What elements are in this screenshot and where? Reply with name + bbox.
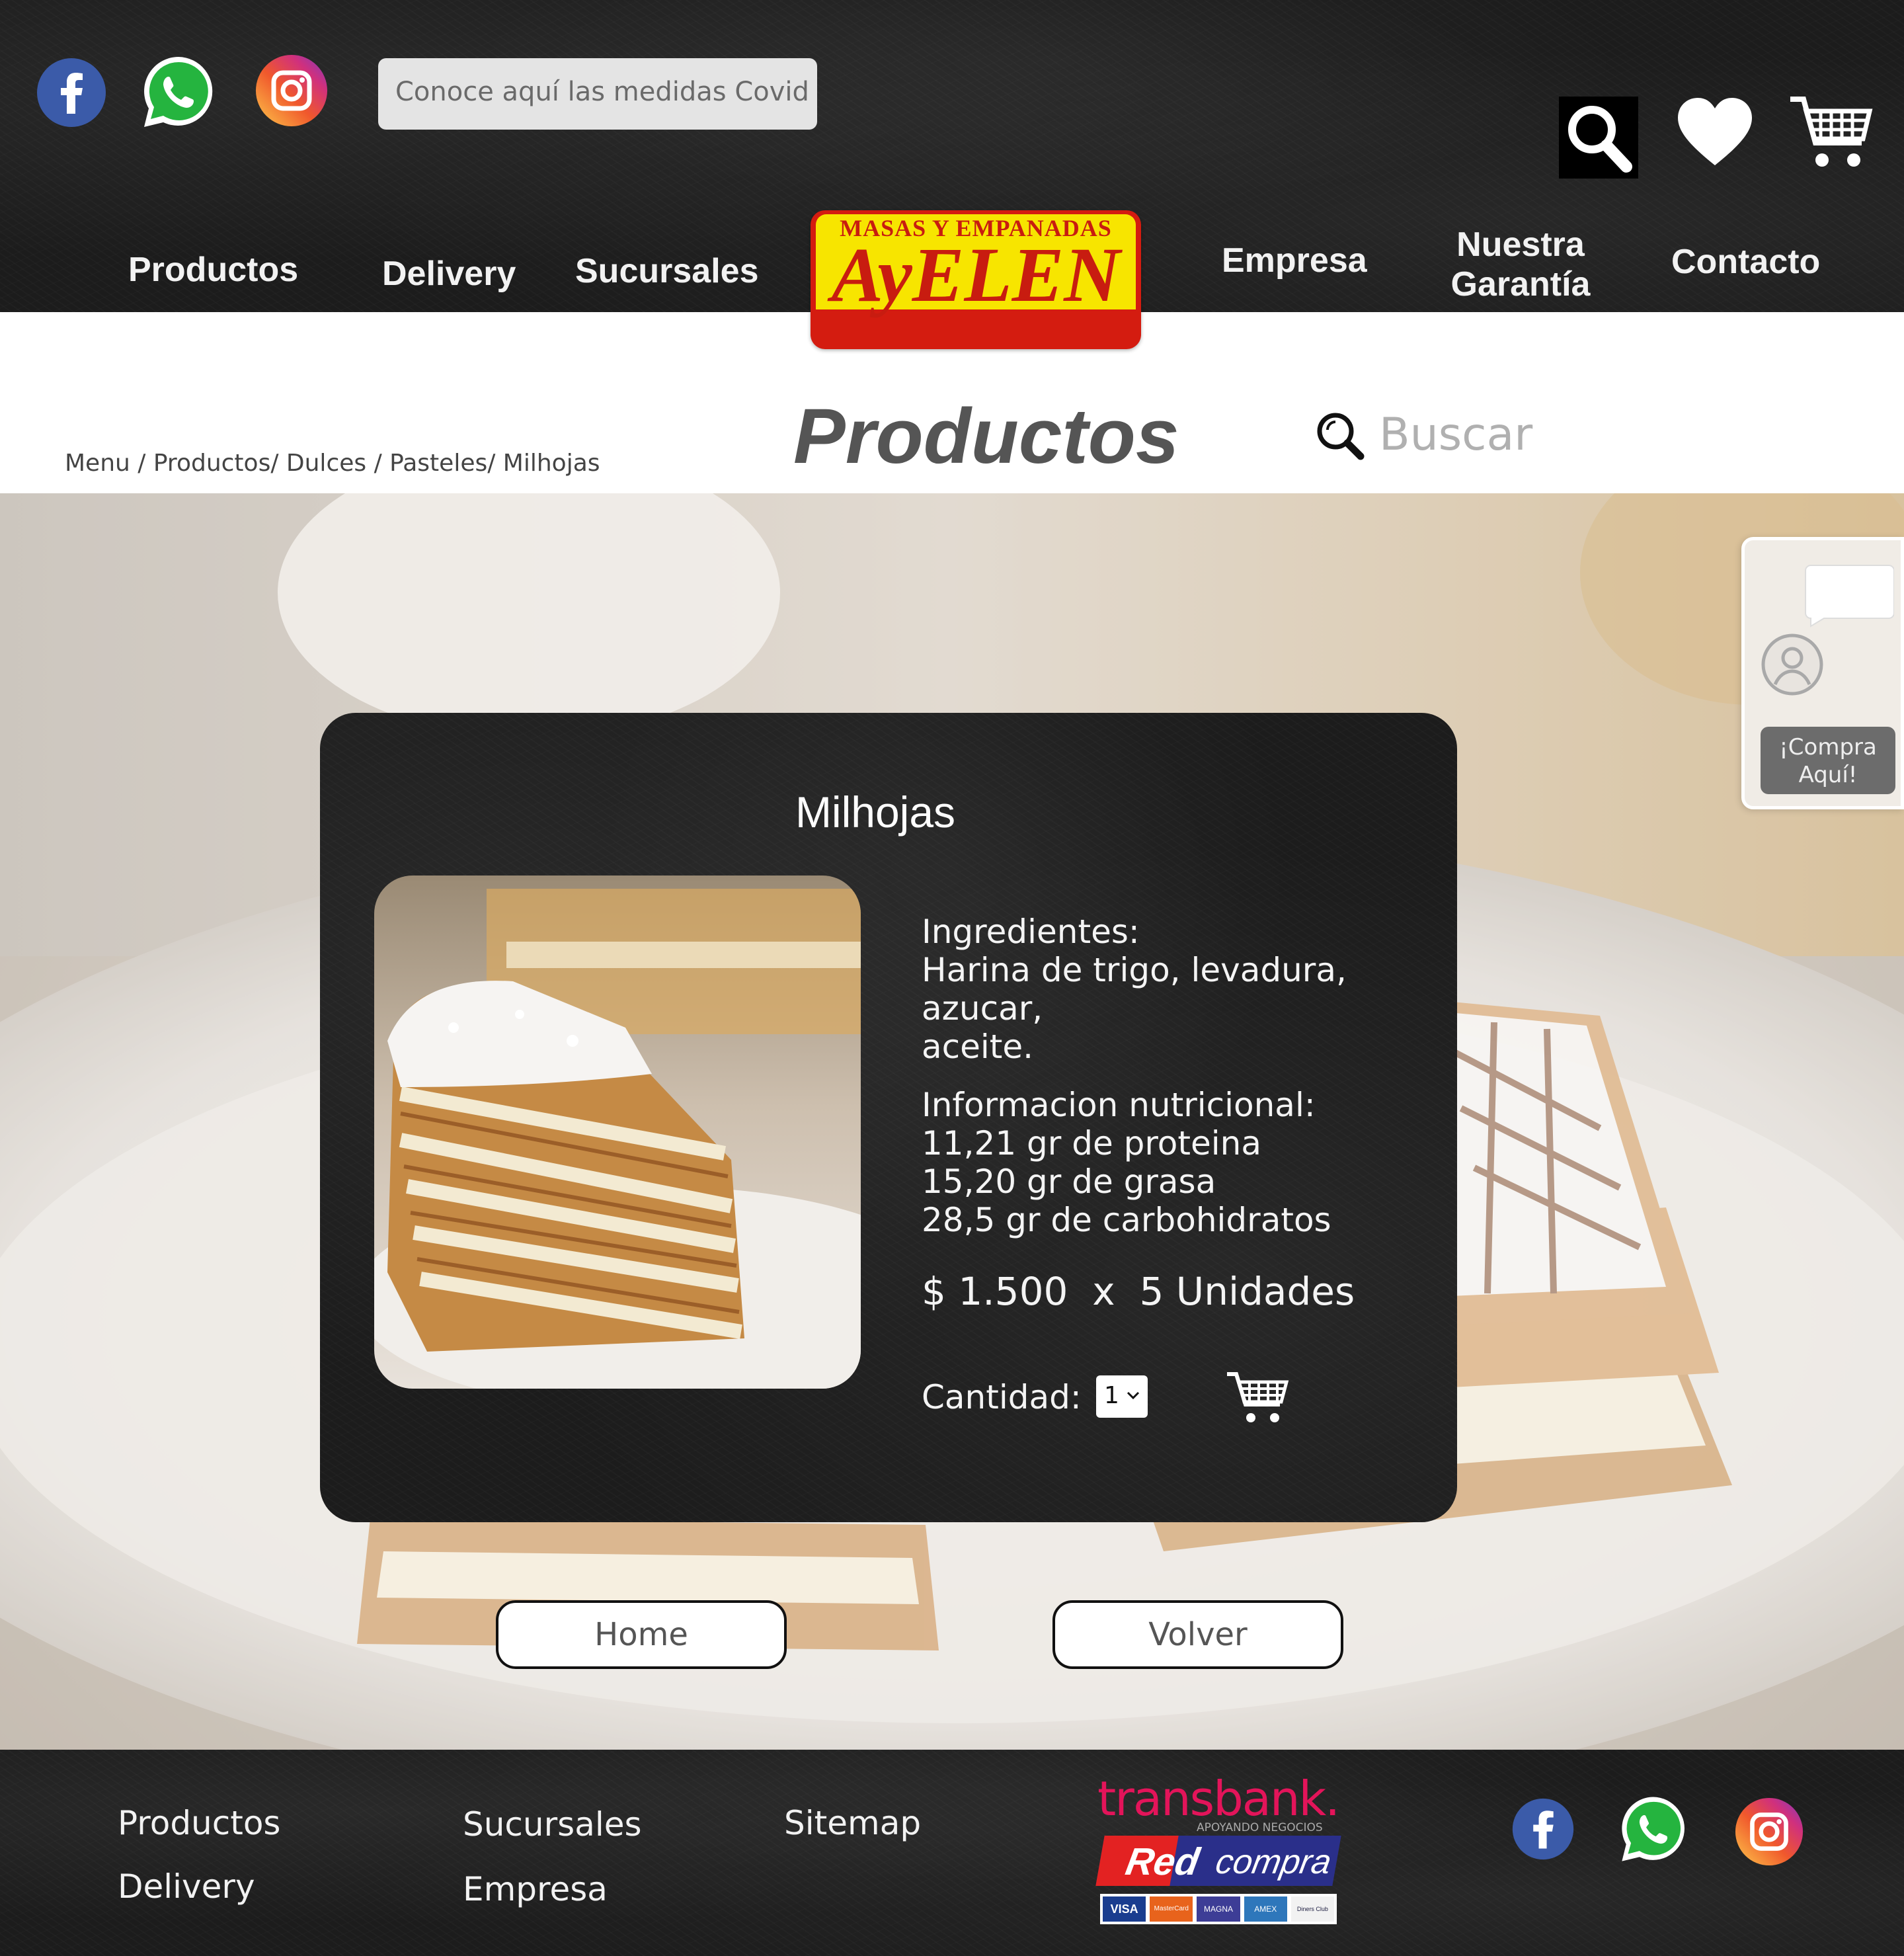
covid-notice[interactable]: Conoce aquí las medidas Covid: [378, 58, 817, 130]
search-icon[interactable]: [1314, 410, 1365, 460]
user-avatar-icon: [1761, 633, 1824, 696]
nutrition-block: Informacion nutricional: 11,21 gr de pro…: [922, 1086, 1437, 1239]
product-image: [374, 876, 861, 1389]
logo-brand: AyELEN: [831, 231, 1121, 318]
nav-empresa[interactable]: Empresa: [1222, 241, 1367, 280]
ingredients-line2: aceite.: [922, 1028, 1034, 1066]
nav-productos[interactable]: Productos: [128, 250, 298, 290]
nutrition-fat: 15,20 gr de grasa: [922, 1162, 1216, 1201]
site-footer: Productos Delivery Sucursales Empresa Si…: [0, 1750, 1904, 1956]
redcompra-logo: Red compra: [1095, 1836, 1341, 1886]
payment-logos: transbank. APOYANDO NEGOCIOS Red compra …: [1095, 1771, 1342, 1936]
quantity-select[interactable]: 1: [1096, 1375, 1148, 1418]
footer-link-productos[interactable]: Productos: [118, 1804, 280, 1842]
instagram-icon[interactable]: [255, 54, 328, 127]
volver-button[interactable]: Volver: [1052, 1600, 1343, 1669]
ingredients-block: Ingredientes: Harina de trigo, levadura,…: [922, 913, 1437, 1066]
nutrition-carbs: 28,5 gr de carbohidratos: [922, 1201, 1331, 1239]
footer-link-empresa[interactable]: Empresa: [463, 1870, 608, 1908]
add-to-cart-icon[interactable]: [1226, 1370, 1289, 1427]
breadcrumb[interactable]: Menu / Productos/ Dulces / Pasteles/ Mil…: [65, 450, 600, 477]
diners-logo: Diners Club: [1290, 1896, 1335, 1922]
ingredients-line1: Harina de trigo, levadura, azucar,: [922, 951, 1347, 1028]
chat-widget[interactable]: ¡Compra Aquí!: [1741, 537, 1904, 809]
page-title: Productos: [793, 393, 1179, 480]
compra-aqui-button[interactable]: ¡Compra Aquí!: [1761, 727, 1895, 794]
nutrition-label: Informacion nutricional:: [922, 1086, 1316, 1124]
chat-cta-line2: Aquí!: [1798, 762, 1858, 788]
card-brands: VISA MasterCard MAGNA AMEX Diners Club: [1100, 1894, 1337, 1924]
product-price: $ 1.500 x 5 Unidades: [922, 1269, 1355, 1314]
visa-logo: VISA: [1103, 1896, 1146, 1922]
product-name: Milhojas: [795, 788, 956, 836]
footer-facebook-icon[interactable]: [1511, 1797, 1575, 1861]
transbank-logo: transbank.: [1097, 1771, 1340, 1826]
search-input[interactable]: Buscar: [1379, 409, 1532, 461]
amex-logo: AMEX: [1244, 1896, 1287, 1922]
footer-link-delivery[interactable]: Delivery: [118, 1867, 255, 1906]
ingredients-label: Ingredientes:: [922, 913, 1140, 951]
whatsapp-icon[interactable]: [139, 53, 218, 132]
footer-link-sitemap[interactable]: Sitemap: [784, 1804, 921, 1842]
redcompra-red: Red: [1123, 1840, 1203, 1883]
nav-garantia-line2: Garantía: [1450, 265, 1591, 304]
chevron-down-icon: [1127, 1391, 1140, 1400]
footer-instagram-icon[interactable]: [1735, 1797, 1804, 1866]
search-icon[interactable]: [1559, 97, 1638, 179]
footer-link-sucursales[interactable]: Sucursales: [463, 1805, 642, 1844]
nav-garantia-line1: Nuestra: [1456, 225, 1585, 264]
transbank-subtitle: APOYANDO NEGOCIOS: [1197, 1821, 1323, 1834]
footer-whatsapp-icon[interactable]: [1617, 1793, 1690, 1866]
cart-icon[interactable]: [1788, 93, 1875, 176]
facebook-icon[interactable]: [37, 58, 106, 127]
mastercard-logo: MasterCard: [1150, 1896, 1193, 1922]
quantity-label: Cantidad:: [922, 1378, 1082, 1416]
home-button[interactable]: Home: [496, 1600, 787, 1669]
redcompra-compra: compra: [1212, 1843, 1335, 1881]
nav-delivery[interactable]: Delivery: [382, 254, 516, 294]
nav-garantia[interactable]: Nuestra Garantía: [1441, 225, 1600, 304]
chat-cta-line1: ¡Compra: [1779, 734, 1877, 760]
magna-logo: MAGNA: [1197, 1896, 1240, 1922]
nutrition-protein: 11,21 gr de proteina: [922, 1124, 1261, 1162]
heart-icon[interactable]: [1675, 97, 1755, 169]
speech-bubble-icon: [1804, 564, 1895, 628]
nav-sucursales[interactable]: Sucursales: [575, 251, 759, 291]
product-card: Milhojas Ingredientes: Harina de trigo, …: [320, 713, 1457, 1522]
nav-contacto[interactable]: Contacto: [1671, 242, 1820, 282]
quantity-value: 1: [1104, 1382, 1119, 1409]
ayelen-logo[interactable]: MASAS Y EMPANADAS AyELEN: [811, 210, 1141, 349]
